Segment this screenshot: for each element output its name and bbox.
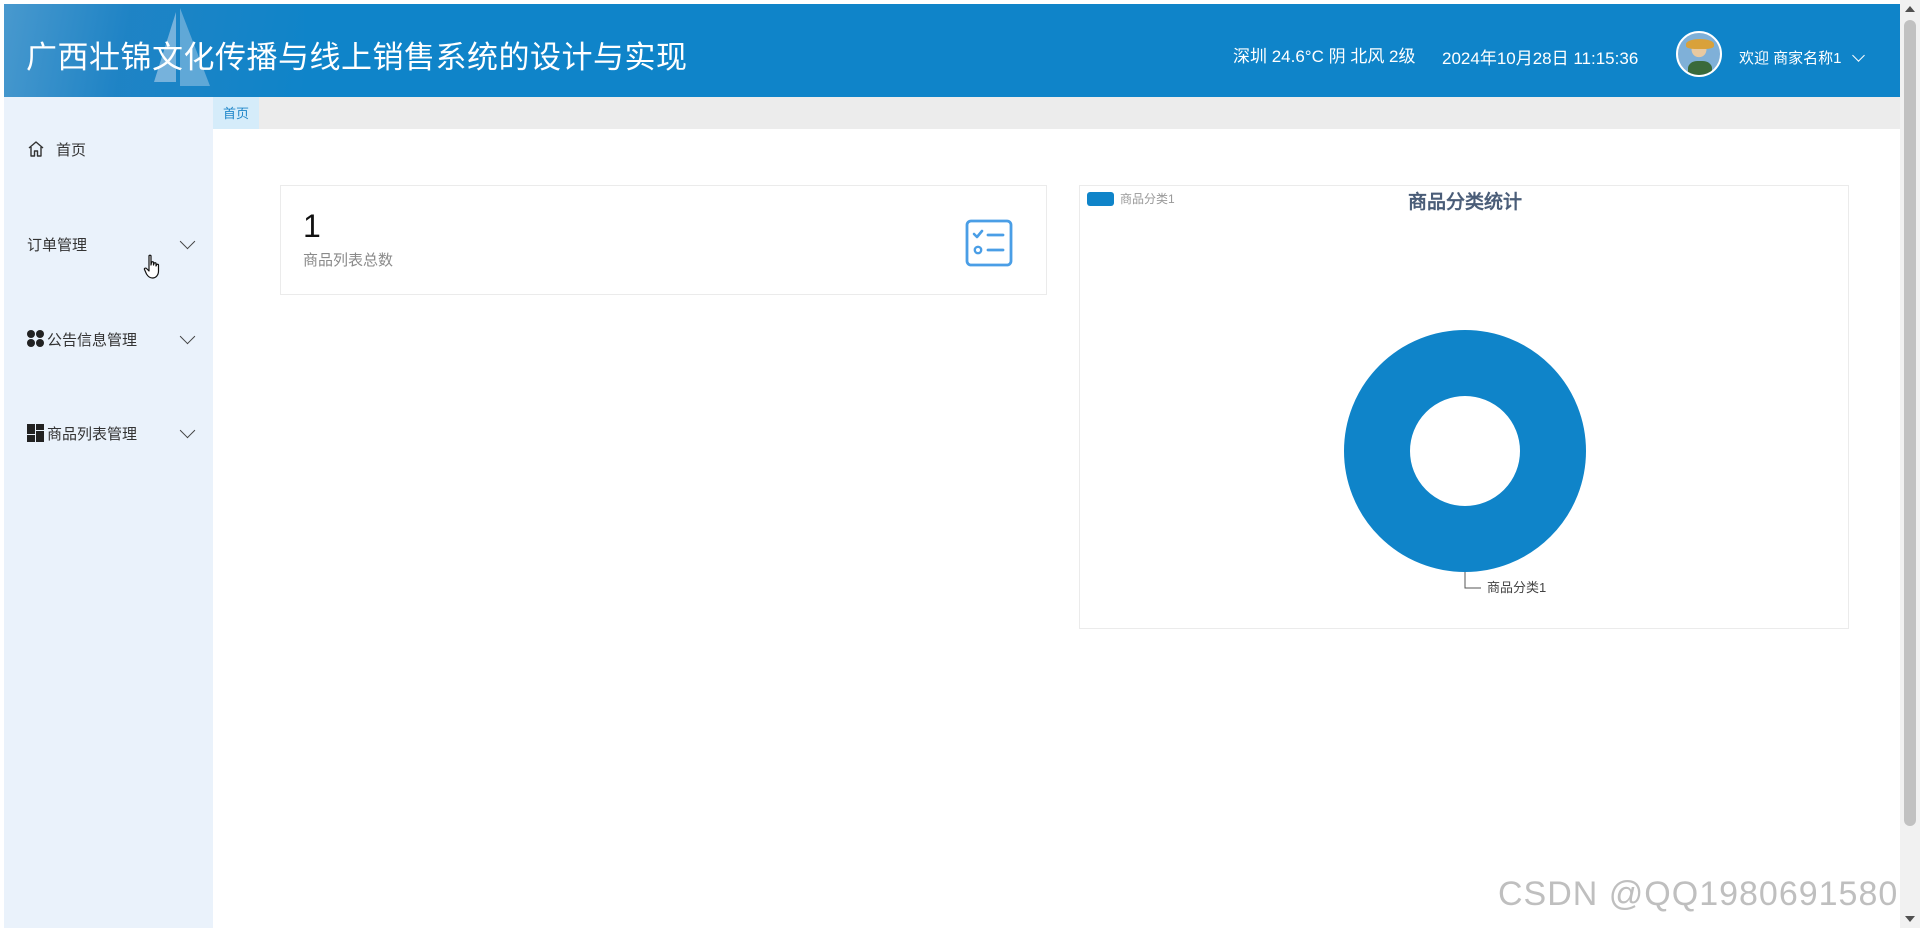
tab-home[interactable]: 首页 <box>213 97 260 129</box>
chart-title: 商品分类统计 <box>1408 190 1522 213</box>
home-icon <box>28 141 44 157</box>
sidebar-item-label: 首页 <box>56 141 87 159</box>
legend-label: 商品分类1 <box>1120 191 1175 206</box>
sidebar-item-label: 订单管理 <box>27 236 88 254</box>
chevron-down-icon <box>1851 48 1865 62</box>
scroll-up-arrow-icon[interactable] <box>1905 6 1915 12</box>
scrollbar-thumb[interactable] <box>1904 20 1916 826</box>
top-header: 广西壮锦文化传播与线上销售系统的设计与实现 深圳 24.6°C 阴 北风 2级 … <box>4 4 1900 97</box>
chart-card: 商品分类统计 商品分类1 商品分类1 <box>1079 185 1849 629</box>
avatar[interactable] <box>1676 31 1722 77</box>
chevron-down-icon <box>179 328 196 345</box>
user-welcome-label: 欢迎 商家名称1 <box>1739 50 1842 67</box>
hand-cursor-icon <box>143 254 160 279</box>
stat-value: 1 <box>303 208 321 244</box>
sidebar-item-label: 公告信息管理 <box>47 331 138 349</box>
dots-icon <box>27 330 45 348</box>
grid-icon <box>27 424 45 442</box>
tab-bar: 首页 <box>213 97 1900 129</box>
sidebar-item-products[interactable]: 商品列表管理 <box>4 408 213 458</box>
sidebar: 首页 订单管理 公告信息管理 商品列表管理 <box>4 97 213 928</box>
stat-card: 1 商品列表总数 <box>280 185 1047 295</box>
chevron-down-icon <box>179 422 196 439</box>
scroll-down-arrow-icon[interactable] <box>1905 916 1915 922</box>
sidebar-item-label: 商品列表管理 <box>47 425 138 443</box>
pie-label-line <box>1464 572 1481 589</box>
vertical-scrollbar[interactable] <box>1900 0 1920 928</box>
sidebar-item-notices[interactable]: 公告信息管理 <box>4 314 213 364</box>
chevron-down-icon <box>179 233 196 250</box>
sidebar-item-home[interactable]: 首页 <box>4 124 213 174</box>
category-chart: 商品分类统计商品分类1商品分类1 <box>1087 190 1586 595</box>
checklist-icon <box>965 219 1013 267</box>
pie-slice <box>1344 330 1586 572</box>
current-datetime: 2024年10月28日 11:15:36 <box>1442 49 1639 68</box>
stat-label: 商品列表总数 <box>303 252 394 269</box>
sidebar-item-orders[interactable]: 订单管理 <box>4 219 213 269</box>
legend-swatch <box>1087 192 1114 206</box>
pie-label: 商品分类1 <box>1487 580 1546 595</box>
app-title: 广西壮锦文化传播与线上销售系统的设计与实现 <box>26 40 688 75</box>
watermark: CSDN @QQ1980691580 <box>1498 875 1899 913</box>
weather-info: 深圳 24.6°C 阴 北风 2级 <box>1233 47 1416 66</box>
user-menu[interactable]: 欢迎 商家名称1 <box>1739 47 1865 68</box>
